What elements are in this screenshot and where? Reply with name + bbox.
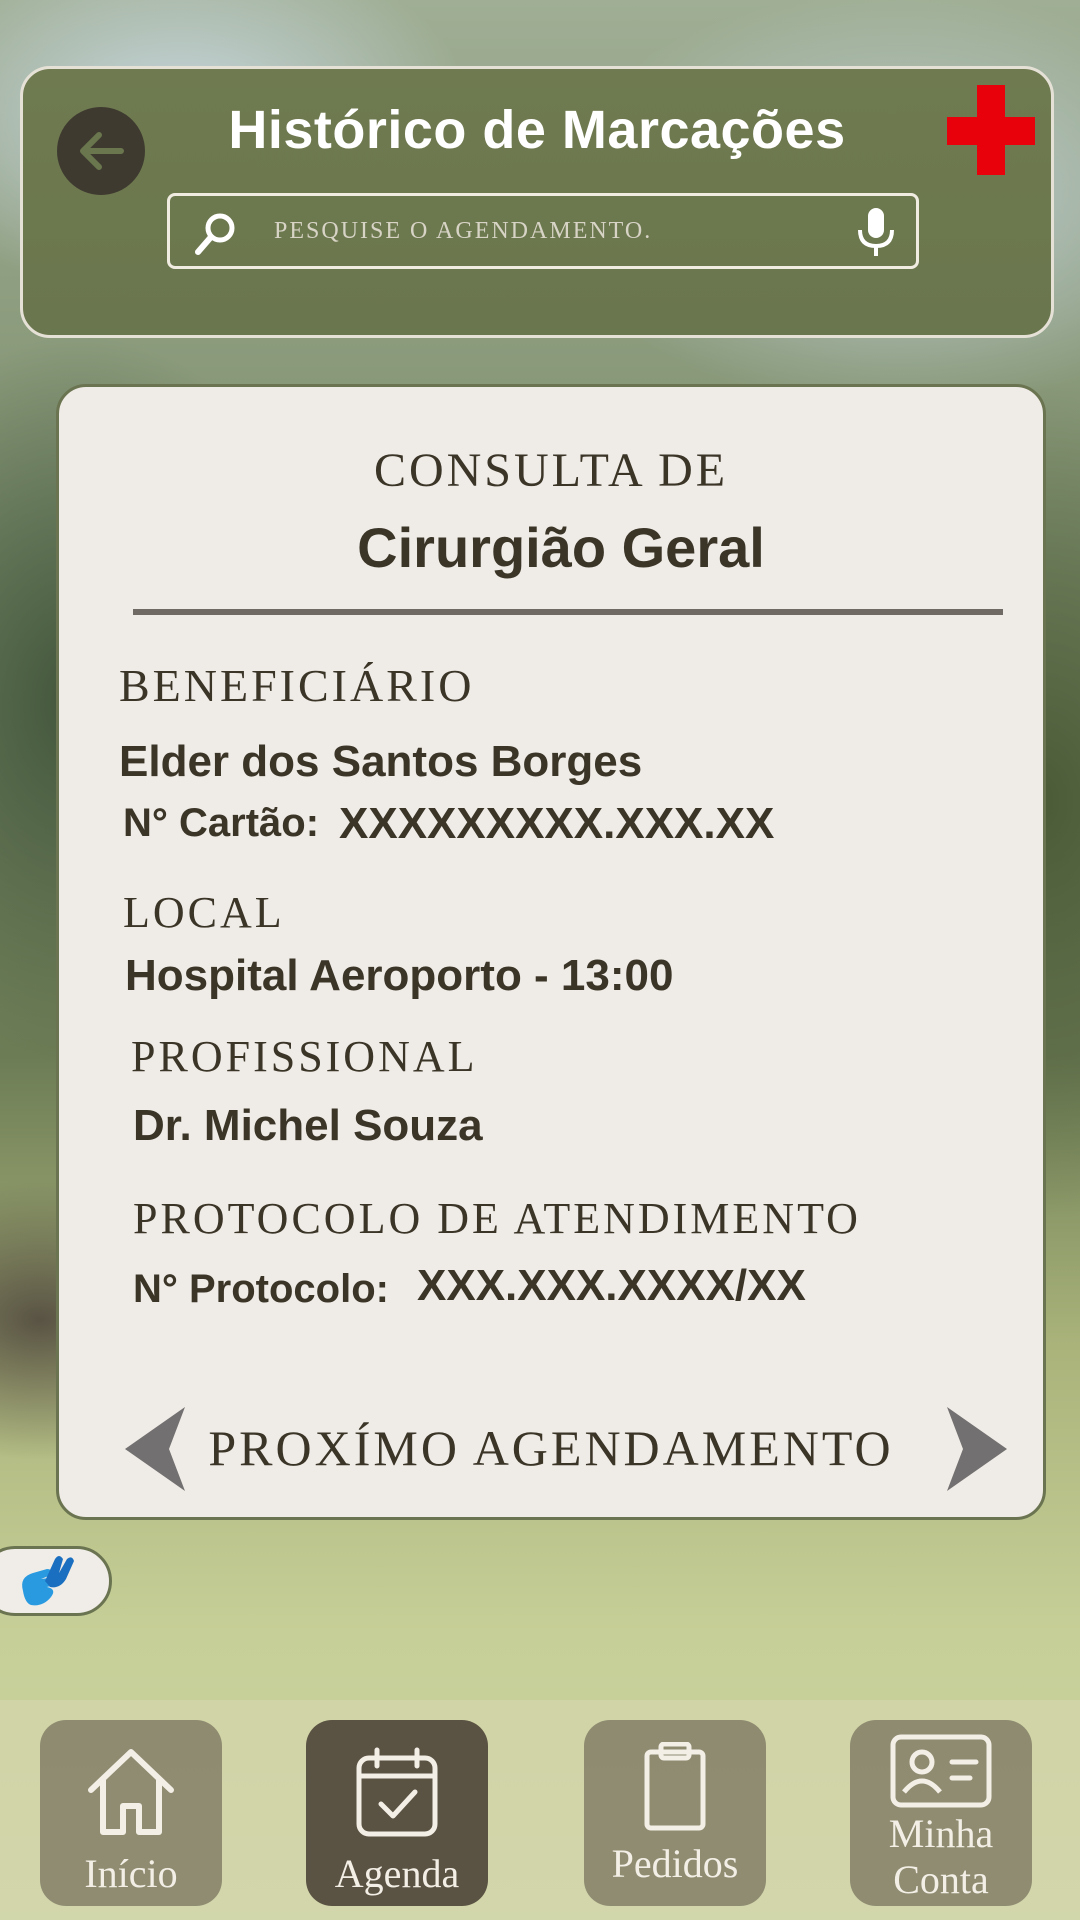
page-title: Histórico de Marcações <box>228 100 846 160</box>
nav-account-label-1: Minha <box>888 1811 994 1856</box>
card-number: XXXXXXXXX.XXX.XX <box>339 799 775 848</box>
location-value: Hospital Aeroporto - 13:00 <box>125 951 674 1000</box>
professional-value: Dr. Michel Souza <box>133 1101 483 1150</box>
search-placeholder: PESQUISE O AGENDAMENTO. <box>274 218 653 244</box>
nav-home-label: Início <box>84 1851 178 1896</box>
search-input[interactable]: PESQUISE O AGENDAMENTO. <box>167 193 919 269</box>
header: Histórico de Marcações PESQUISE O AGENDA… <box>20 66 1054 338</box>
professional-label: PROFISSIONAL <box>131 1032 478 1081</box>
home-icon <box>88 1749 174 1835</box>
nav-orders-label: Pedidos <box>611 1841 739 1886</box>
next-appointment-label[interactable]: PROXÍMO AGENDAMENTO <box>59 1419 1043 1477</box>
protocol-section-label: PROTOCOLO DE ATENDIMENTO <box>133 1194 861 1243</box>
nav-orders[interactable]: Pedidos <box>584 1720 766 1906</box>
card-number-label: N° Cartão: <box>123 801 320 845</box>
sign-language-icon <box>22 1556 74 1606</box>
red-cross-icon <box>947 85 1035 175</box>
nav-home[interactable]: Início <box>40 1720 222 1906</box>
clipboard-icon <box>644 1742 706 1831</box>
card-title: Cirurgião Geral <box>357 516 765 579</box>
search-icon <box>195 213 235 255</box>
beneficiary-label: BENEFICIÁRIO <box>119 660 475 711</box>
appointment-card: CONSULTA DE Cirurgião Geral BENEFICIÁRIO… <box>56 384 1046 1520</box>
bottom-navigation: Início Agenda Pedidos Minha Conta <box>0 1700 1080 1920</box>
divider <box>133 609 1003 615</box>
protocol-number-label: N° Protocolo: <box>133 1267 389 1311</box>
next-appointment-row: PROXÍMO AGENDAMENTO <box>59 1397 1043 1497</box>
id-card-icon <box>890 1734 992 1808</box>
chevron-right-icon[interactable] <box>945 1407 1007 1491</box>
beneficiary-name: Elder dos Santos Borges <box>119 737 643 786</box>
card-subtitle: CONSULTA DE <box>373 444 729 497</box>
nav-agenda-label: Agenda <box>334 1851 460 1896</box>
microphone-icon[interactable] <box>856 206 896 260</box>
nav-account-label-2: Conta <box>893 1857 989 1902</box>
sign-language-button[interactable] <box>0 1546 112 1616</box>
location-label: LOCAL <box>123 888 285 937</box>
calendar-check-icon <box>356 1747 438 1837</box>
nav-agenda[interactable]: Agenda <box>306 1720 488 1906</box>
protocol-number: XXX.XXX.XXXX/XX <box>417 1261 806 1310</box>
nav-account[interactable]: Minha Conta <box>850 1720 1032 1906</box>
